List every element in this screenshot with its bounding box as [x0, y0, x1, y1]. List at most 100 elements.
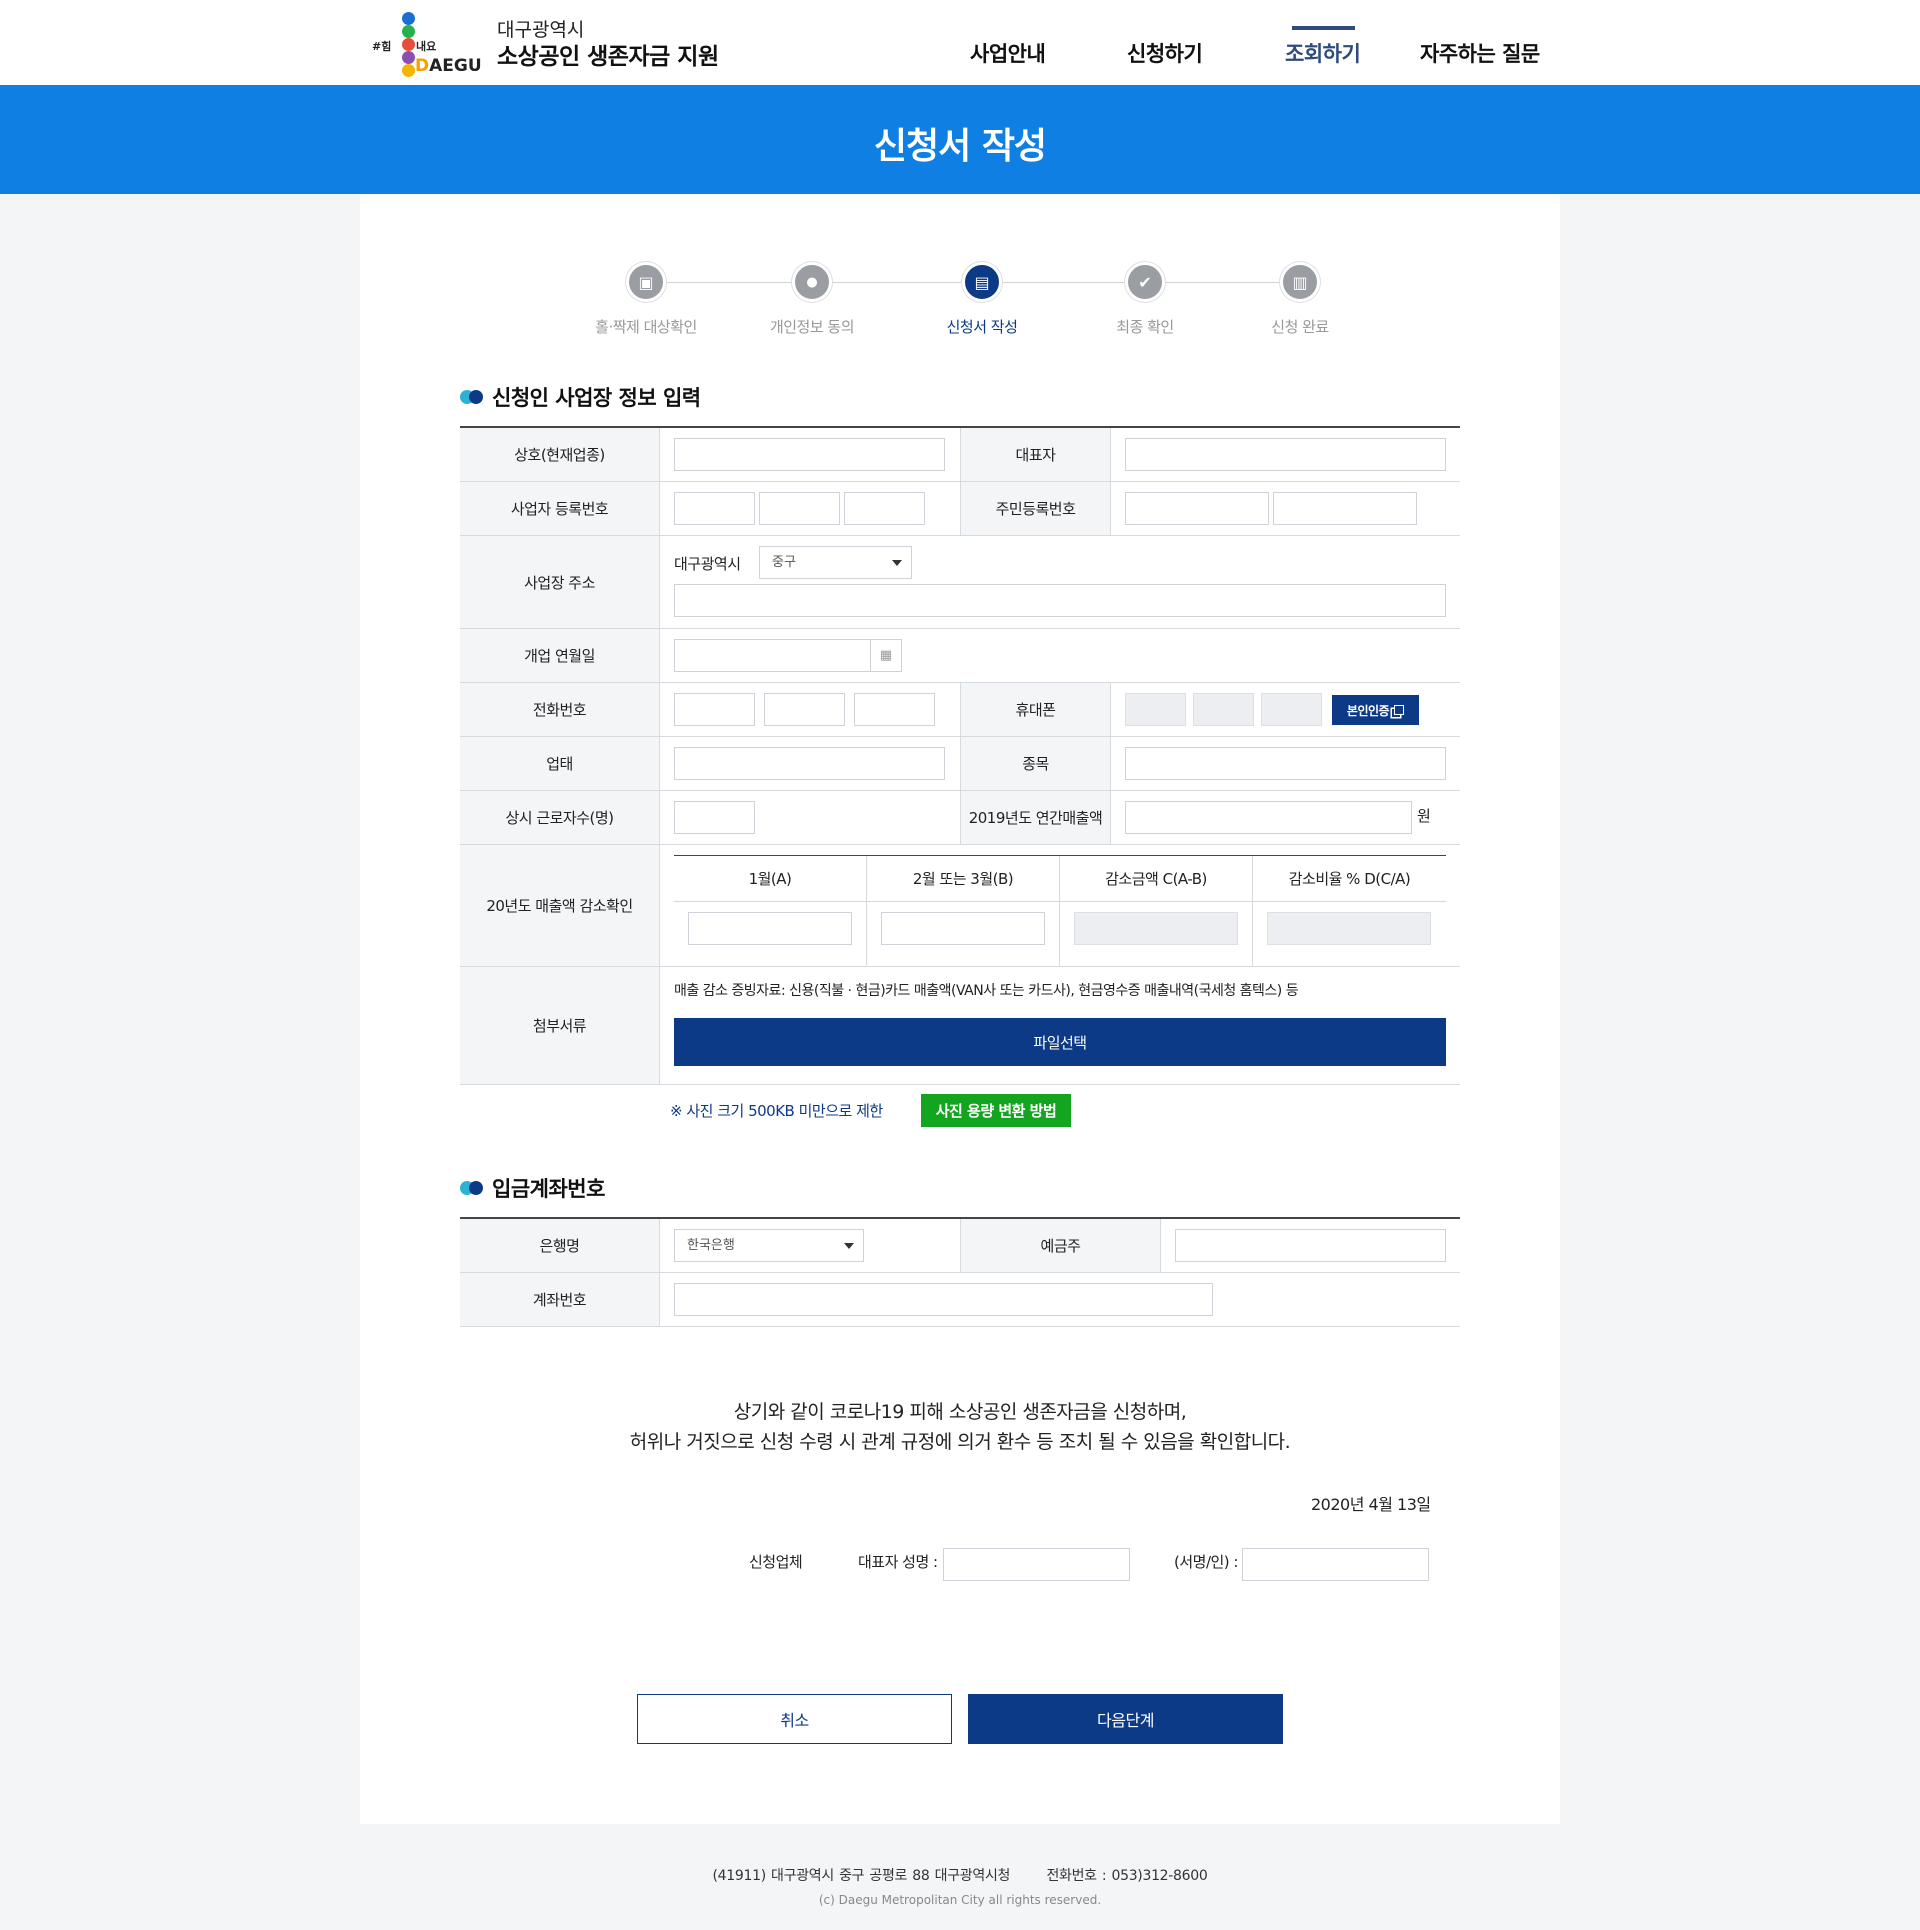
- biz-type-input[interactable]: [674, 747, 945, 780]
- trade-name-input[interactable]: [674, 438, 945, 471]
- calendar-icon[interactable]: ▦: [870, 639, 902, 672]
- file-select-button[interactable]: 파일선택: [674, 1018, 1446, 1066]
- label-account-no: 계좌번호: [460, 1273, 660, 1326]
- phone-part3[interactable]: [854, 693, 935, 726]
- nav-active-indicator: [1292, 26, 1355, 30]
- sales-col-jan: 1월(A): [674, 856, 867, 967]
- site-main-title: 소상공인 생존자금 지원: [497, 44, 719, 70]
- bank-select[interactable]: 한국은행: [674, 1229, 864, 1262]
- representative-input[interactable]: [1125, 438, 1446, 471]
- logo-nae-text: 내요: [416, 40, 437, 53]
- logo-dot-red: [402, 38, 415, 51]
- resident-no-part1[interactable]: [1125, 492, 1269, 525]
- label-mobile: 휴대폰: [960, 683, 1111, 736]
- site-title[interactable]: 대구광역시 소상공인 생존자금 지원: [497, 18, 719, 72]
- table-row-biz-type: 업태 종목: [460, 737, 1460, 791]
- open-date-input[interactable]: [674, 639, 871, 672]
- mobile-part1: [1125, 693, 1186, 726]
- nav-business-info[interactable]: 사업안내: [970, 38, 1046, 68]
- sales-col-header: 2월 또는 3월(B): [867, 856, 1059, 902]
- label-representative: 대표자: [960, 428, 1111, 481]
- biz-reg-no-part2[interactable]: [759, 492, 840, 525]
- step-label: 신청 완료: [1271, 318, 1329, 336]
- top-header: #힘 내요 DAEGU 대구광역시 소상공인 생존자금 지원 사업안내 신청하기…: [0, 0, 1920, 85]
- district-select[interactable]: 중구: [759, 546, 912, 579]
- label-biz-reg-no: 사업자 등록번호: [460, 482, 660, 535]
- table-row-open-date: 개업 연월일 ▦: [460, 629, 1460, 683]
- address-detail-input[interactable]: [674, 584, 1446, 617]
- nav-inquiry[interactable]: 조회하기: [1285, 38, 1361, 68]
- step-target-check: ▣ 홀·짝제 대상확인: [576, 262, 716, 337]
- nav-faq[interactable]: 자주하는 질문: [1420, 38, 1540, 68]
- decrease-rate-input: [1267, 912, 1431, 945]
- label-address: 사업장 주소: [460, 536, 660, 628]
- nav-apply[interactable]: 신청하기: [1127, 38, 1203, 68]
- application-card: ▣ 홀·짝제 대상확인 ● 개인정보 동의 ▤ 신청서 작성 ✔ 최종 확인 ▥…: [360, 194, 1560, 1824]
- resident-no-part2[interactable]: [1273, 492, 1417, 525]
- daegu-logo[interactable]: #힘 내요 DAEGU: [372, 12, 482, 78]
- next-step-button[interactable]: 다음단계: [968, 1694, 1283, 1744]
- page-banner: 신청서 작성: [0, 85, 1920, 194]
- account-table: 은행명 한국은행 예금주 계좌번호: [460, 1217, 1460, 1327]
- signature-label: (서명/인) :: [1174, 1553, 1238, 1571]
- step-final-check: ✔ 최종 확인: [1075, 262, 1215, 337]
- biz-item-input[interactable]: [1125, 747, 1446, 780]
- logo-hash-text: #힘: [372, 40, 392, 53]
- biz-reg-no-part3[interactable]: [844, 492, 925, 525]
- copy-icon: [1394, 705, 1405, 715]
- footer-phone: 전화번호 : 053)312-8600: [1046, 1868, 1208, 1884]
- briefcase-icon: ▥: [1280, 262, 1320, 302]
- sales-col-decrease-amount: 감소금액 C(A-B): [1060, 856, 1253, 967]
- logo-dot-blue: [402, 12, 415, 25]
- business-info-table: 상호(현재업종) 대표자 사업자 등록번호 주민등록번호 사업장 주소 대구광역…: [460, 426, 1460, 1085]
- step-write-application: ▤ 신청서 작성: [912, 262, 1052, 337]
- employees-input[interactable]: [674, 801, 755, 834]
- signature-input[interactable]: [1242, 1548, 1429, 1581]
- section-heading-account: 입금계좌번호: [460, 1173, 605, 1203]
- step-label: 신청서 작성: [946, 318, 1018, 336]
- sales-decrease-subtable: 1월(A) 2월 또는 3월(B) 감소금액 C(A-B) 감소비율 % D(C…: [674, 855, 1446, 967]
- step-label: 개인정보 동의: [769, 318, 855, 336]
- step-complete: ▥ 신청 완료: [1230, 262, 1370, 337]
- decrease-amount-input: [1074, 912, 1238, 945]
- site-subtitle: 대구광역시: [497, 19, 585, 41]
- sales-jan-input[interactable]: [688, 912, 852, 945]
- calendar-check-icon: ▣: [626, 262, 666, 302]
- footer-copyright: (c) Daegu Metropolitan City all rights r…: [818, 1893, 1102, 1907]
- statement-line-1: 상기와 같이 코로나19 피해 소상공인 생존자금을 신청하며,: [733, 1401, 1187, 1423]
- rep-name-label: 대표자 성명 :: [858, 1553, 938, 1571]
- step-privacy-consent: ● 개인정보 동의: [742, 262, 882, 337]
- label-trade-name: 상호(현재업종): [460, 428, 660, 481]
- phone-part1[interactable]: [674, 693, 755, 726]
- label-resident-no: 주민등록번호: [960, 482, 1111, 535]
- sales-col-header: 1월(A): [674, 856, 866, 902]
- lock-icon: ●: [792, 262, 832, 302]
- label-account-holder: 예금주: [960, 1219, 1161, 1272]
- identity-verify-button[interactable]: 본인인증: [1332, 695, 1419, 725]
- table-row-attachments: 첨부서류 매출 감소 증빙자료: 신용(직불 · 현금)카드 매출액(VAN사 …: [460, 967, 1460, 1085]
- mobile-part3: [1261, 693, 1322, 726]
- sales-col-decrease-rate: 감소비율 % D(C/A): [1253, 856, 1446, 967]
- biz-reg-no-part1[interactable]: [674, 492, 755, 525]
- table-row-sales-decrease: 20년도 매출액 감소확인 1월(A) 2월 또는 3월(B) 감소금액 C(A…: [460, 845, 1460, 967]
- chevron-down-icon: [892, 560, 902, 566]
- photo-resize-guide-button[interactable]: 사진 용량 변환 방법: [921, 1094, 1071, 1127]
- account-number-input[interactable]: [674, 1283, 1213, 1316]
- account-holder-input[interactable]: [1175, 1229, 1446, 1262]
- rep-name-input[interactable]: [943, 1548, 1130, 1581]
- label-bank: 은행명: [460, 1219, 660, 1272]
- table-row-address: 사업장 주소 대구광역시 중구: [460, 536, 1460, 629]
- sales-feb-mar-input[interactable]: [881, 912, 1045, 945]
- cancel-button[interactable]: 취소: [637, 1694, 952, 1744]
- table-row-phone: 전화번호 휴대폰 본인인증: [460, 683, 1460, 737]
- phone-part2[interactable]: [764, 693, 845, 726]
- step-label: 홀·짝제 대상확인: [595, 318, 697, 336]
- label-open-date: 개업 연월일: [460, 629, 660, 682]
- logo-dot-purple: [402, 51, 415, 64]
- address-city-text: 대구광역시: [674, 555, 741, 573]
- annual-sales-input[interactable]: [1125, 801, 1412, 834]
- label-biz-item: 종목: [960, 737, 1111, 790]
- table-row-trade-name: 상호(현재업종) 대표자: [460, 428, 1460, 482]
- logo-dot-yellow: [402, 64, 415, 77]
- label-sales-decrease: 20년도 매출액 감소확인: [460, 845, 660, 966]
